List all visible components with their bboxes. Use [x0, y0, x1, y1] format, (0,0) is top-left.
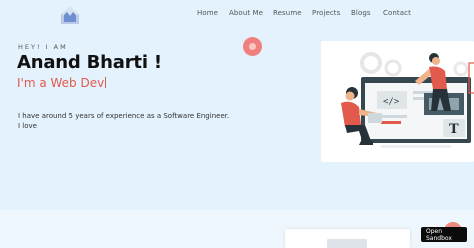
nav-about-me[interactable]: About Me — [229, 9, 263, 17]
gear-icon — [360, 52, 382, 74]
hero-role-text: I'm a Web Dev — [17, 76, 105, 90]
nav-home[interactable]: Home — [197, 9, 218, 17]
svg-text:T: T — [449, 122, 459, 137]
gear-icon — [453, 61, 469, 77]
nav-contact[interactable]: Contact — [383, 9, 411, 17]
card-icon — [327, 239, 367, 248]
hero-description: I have around 5 years of experience as a… — [18, 111, 238, 131]
hero-description-line: I have around 5 years of experience as a… — [18, 112, 230, 120]
decorative-circle — [243, 37, 262, 56]
hero-role: I'm a Web Dev — [17, 76, 107, 90]
typing-caret — [105, 77, 107, 88]
developer-coding-illustration: </> T — [341, 52, 474, 148]
gear-icon — [384, 59, 402, 77]
hero-greeting: HEY! I AM — [18, 43, 68, 51]
nav-resume[interactable]: Resume — [273, 9, 302, 17]
hero-description-line: I love — [18, 122, 37, 130]
hero-illustration-card: </> T — [321, 41, 474, 162]
nav-blogs[interactable]: Blogs — [351, 9, 371, 17]
open-sandbox-button[interactable]: Open Sandbox — [421, 227, 467, 242]
svg-text:</>: </> — [383, 97, 400, 107]
hero-name: Anand Bharti ! — [17, 52, 162, 73]
nav-projects[interactable]: Projects — [312, 9, 340, 17]
main-nav: Home About Me Resume Projects Blogs Cont… — [0, 9, 474, 21]
